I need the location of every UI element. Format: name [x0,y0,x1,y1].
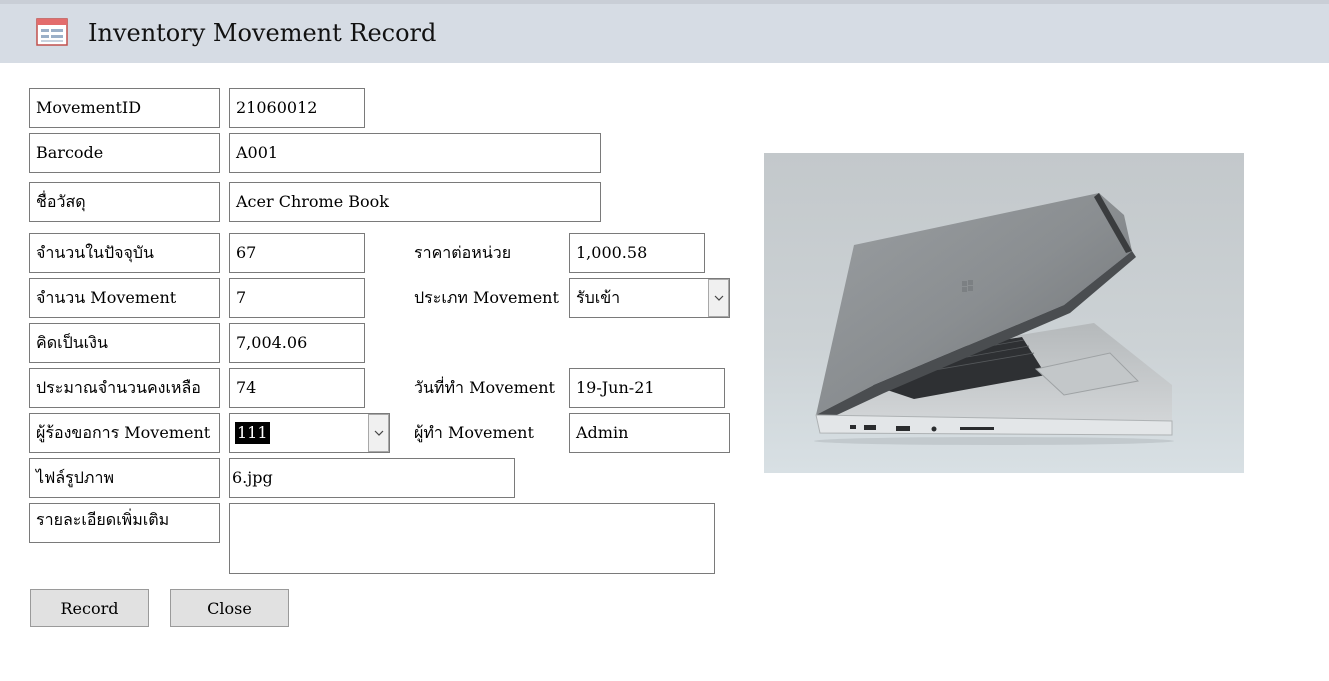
unit-price-field[interactable]: 1,000.58 [569,233,705,273]
movement-id-field[interactable]: 21060012 [229,88,365,128]
barcode-label: Barcode [29,133,220,173]
amount-label: คิดเป็นเงิน [29,323,220,363]
barcode-field[interactable]: A001 [229,133,601,173]
movement-id-label: MovementID [29,88,220,128]
chevron-down-icon [374,430,383,436]
current-qty-label: จำนวนในปัจจุบัน [29,233,220,273]
title-bar: Inventory Movement Record [0,0,1329,63]
material-name-field[interactable]: Acer Chrome Book [229,182,601,222]
requester-combo[interactable]: 111 [229,413,390,453]
form-icon [36,18,68,46]
unit-price-label: ราคาต่อหน่วย [414,242,512,262]
close-button[interactable]: Close [170,589,289,627]
movement-type-label: ประเภท Movement [414,287,559,307]
requester-value: 111 [235,422,270,444]
record-button[interactable]: Record [30,589,149,627]
movement-qty-field[interactable]: 7 [229,278,365,318]
chevron-down-icon [714,295,723,301]
estimated-remaining-field[interactable]: 74 [229,368,365,408]
requester-label: ผู้ร้องขอการ Movement [29,413,220,453]
movement-date-field[interactable]: 19-Jun-21 [569,368,725,408]
image-file-field[interactable]: 6.jpg [229,458,515,498]
window-title: Inventory Movement Record [88,19,437,47]
movement-type-combo[interactable]: รับเข้า [569,278,730,318]
estimated-remaining-label: ประมาณจำนวนคงเหลือ [29,368,220,408]
movement-type-value: รับเข้า [576,288,621,307]
operator-label: ผู้ทำ Movement [414,422,534,442]
details-label: รายละเอียดเพิ่มเติม [29,503,220,543]
image-file-label: ไฟล์รูปภาพ [29,458,220,498]
movement-date-label: วันที่ทำ Movement [414,377,555,397]
details-textarea[interactable] [229,503,715,574]
laptop-photo [764,153,1244,473]
amount-field[interactable]: 7,004.06 [229,323,365,363]
operator-field[interactable]: Admin [569,413,730,453]
requester-dropdown-button[interactable] [368,414,389,452]
current-qty-field[interactable]: 67 [229,233,365,273]
movement-type-dropdown-button[interactable] [708,279,729,317]
material-name-label: ชื่อวัสดุ [29,182,220,222]
movement-qty-label: จำนวน Movement [29,278,220,318]
